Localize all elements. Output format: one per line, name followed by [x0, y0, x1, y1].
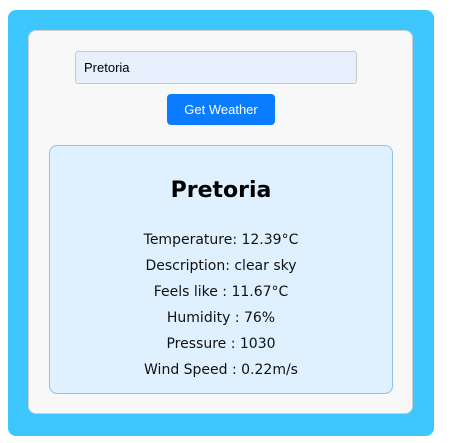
temperature-text: Temperature: 12.39°C — [143, 232, 299, 248]
feels-like-text: Feels like : 11.67°C — [153, 284, 289, 300]
city-name: Pretoria — [170, 178, 272, 203]
weather-result-panel: Pretoria Temperature: 12.39°C Descriptio… — [49, 145, 393, 394]
humidity-text: Humidity : 76% — [166, 310, 276, 326]
app-frame: Get Weather Pretoria Temperature: 12.39°… — [8, 10, 434, 436]
description-text: Description: clear sky — [145, 258, 297, 274]
weather-card: Get Weather Pretoria Temperature: 12.39°… — [28, 30, 413, 414]
pressure-text: Pressure : 1030 — [166, 336, 276, 352]
weather-details: Temperature: 12.39°C Description: clear … — [50, 227, 392, 383]
wind-speed-text: Wind Speed : 0.22m/s — [144, 362, 298, 378]
get-weather-button[interactable]: Get Weather — [167, 94, 275, 125]
city-search-input[interactable] — [75, 51, 357, 84]
